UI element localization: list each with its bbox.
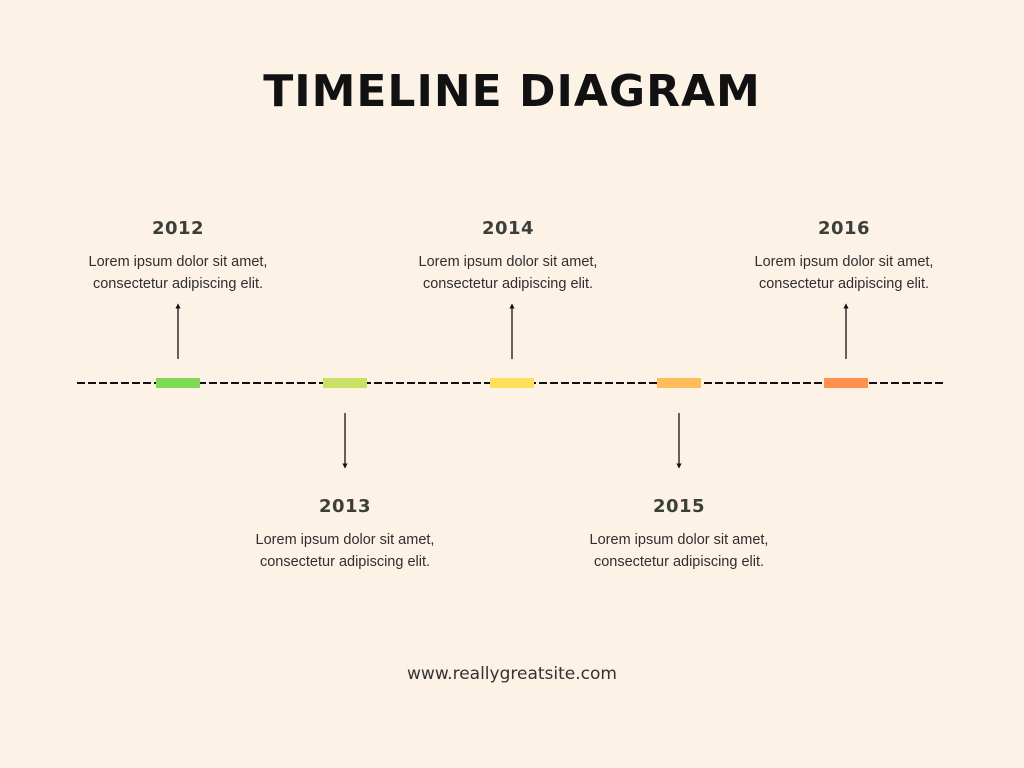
- event-description: Lorem ipsum dolor sit amet, consectetur …: [388, 251, 628, 295]
- event-description: Lorem ipsum dolor sit amet, consectetur …: [58, 251, 298, 295]
- timeline-event-2012: 2012 Lorem ipsum dolor sit amet, consect…: [58, 218, 298, 295]
- event-description-line: Lorem ipsum dolor sit amet,: [88, 254, 268, 270]
- timeline-marker-2013: [323, 378, 367, 388]
- event-description: Lorem ipsum dolor sit amet, consectetur …: [559, 529, 799, 573]
- event-description-line: Lorem ipsum dolor sit amet,: [589, 532, 769, 548]
- timeline-event-2015: 2015 Lorem ipsum dolor sit amet, consect…: [559, 496, 799, 573]
- timeline-event-2014: 2014 Lorem ipsum dolor sit amet, consect…: [388, 218, 628, 295]
- event-year: 2015: [652, 496, 706, 517]
- event-year: 2012: [151, 218, 205, 239]
- event-description-line: Lorem ipsum dolor sit amet,: [754, 254, 934, 270]
- timeline-marker-2014: [490, 378, 534, 388]
- timeline-marker-2016: [824, 378, 868, 388]
- timeline-diagram: [77, 303, 946, 469]
- event-description-line: consectetur adipiscing elit.: [422, 276, 594, 292]
- event-description-line: consectetur adipiscing elit.: [259, 554, 431, 570]
- timeline-marker-2015: [657, 378, 701, 388]
- website-url: www.reallygreatsite.com: [407, 664, 617, 684]
- event-description-line: consectetur adipiscing elit.: [758, 276, 930, 292]
- event-description-line: Lorem ipsum dolor sit amet,: [418, 254, 598, 270]
- timeline-event-2016: 2016 Lorem ipsum dolor sit amet, consect…: [724, 218, 964, 295]
- event-year: 2016: [817, 218, 871, 239]
- event-description-line: consectetur adipiscing elit.: [92, 276, 264, 292]
- event-year: 2014: [481, 218, 535, 239]
- event-year: 2013: [318, 496, 372, 517]
- event-description-line: Lorem ipsum dolor sit amet,: [255, 532, 435, 548]
- event-description: Lorem ipsum dolor sit amet, consectetur …: [724, 251, 964, 295]
- event-description-line: consectetur adipiscing elit.: [593, 554, 765, 570]
- event-description: Lorem ipsum dolor sit amet, consectetur …: [225, 529, 465, 573]
- timeline-event-2013: 2013 Lorem ipsum dolor sit amet, consect…: [225, 496, 465, 573]
- timeline-marker-2012: [156, 378, 200, 388]
